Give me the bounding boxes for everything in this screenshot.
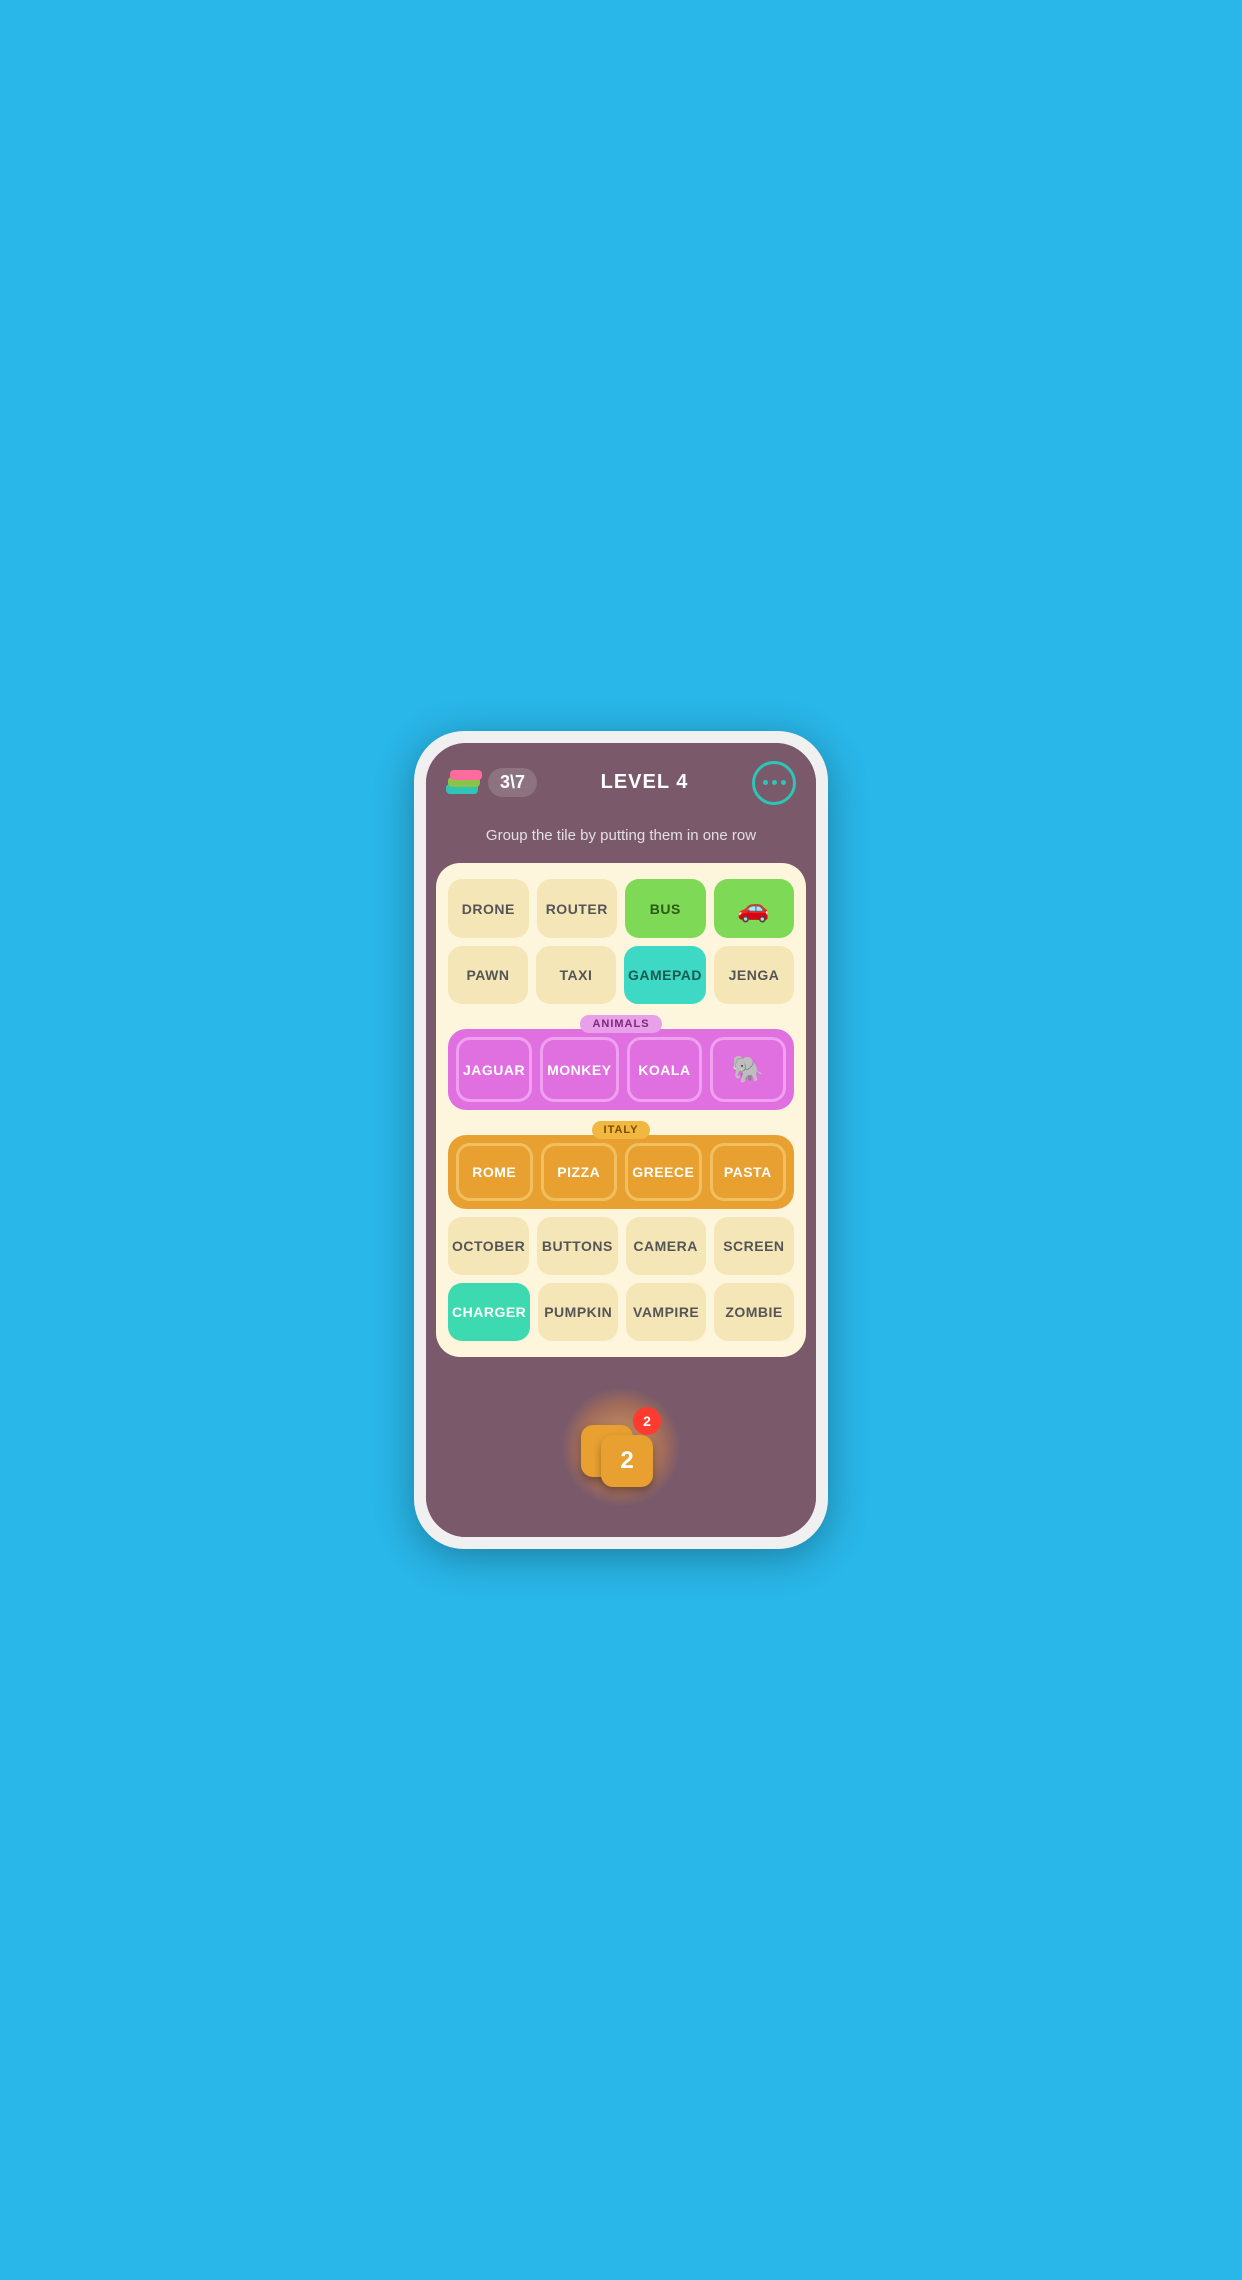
score-tiles: 1 2 2 <box>581 1407 661 1487</box>
tile-screen[interactable]: SCREEN <box>714 1217 794 1275</box>
tile-greece[interactable]: GREECE <box>625 1143 702 1201</box>
level-title: LEVEL 4 <box>601 771 689 794</box>
layer-top-icon <box>450 770 482 780</box>
tile-camera[interactable]: CAMERA <box>626 1217 706 1275</box>
score-badge-count: 2 <box>633 1407 661 1435</box>
animals-label-row: ANIMALS <box>448 1014 794 1033</box>
tile-drone[interactable]: DRONE <box>448 879 529 938</box>
tile-buttons[interactable]: BUTTONS <box>537 1217 617 1275</box>
score-tile-2: 2 <box>601 1435 653 1487</box>
italy-label-row: ITALY <box>448 1120 794 1139</box>
tile-pawn[interactable]: PAWN <box>448 946 528 1004</box>
italy-label: ITALY <box>592 1121 651 1139</box>
instructions: Group the tile by putting them in one ro… <box>426 817 816 864</box>
italy-group: ITALY ROME PIZZA GREECE PASTA <box>448 1120 794 1209</box>
score-badge: 3\7 <box>446 768 537 798</box>
menu-button[interactable] <box>752 761 796 805</box>
tile-row-2: PAWN TAXI GAMEPAD JENGA <box>448 946 794 1004</box>
animals-label: ANIMALS <box>580 1015 661 1033</box>
phone-inner: 3\7 LEVEL 4 Group the tile by putting th… <box>426 743 816 1538</box>
header: 3\7 LEVEL 4 <box>426 743 816 817</box>
tile-jaguar[interactable]: JAGUAR <box>456 1037 532 1102</box>
tile-october[interactable]: OCTOBER <box>448 1217 529 1275</box>
tile-row-6: CHARGER PUMPKIN VAMPIRE ZOMBIE <box>448 1283 794 1341</box>
tile-rome[interactable]: ROME <box>456 1143 533 1201</box>
tile-car[interactable]: 🚗 <box>714 879 795 938</box>
animals-row: JAGUAR MONKEY KOALA 🐘 <box>448 1029 794 1110</box>
tile-jenga[interactable]: JENGA <box>714 946 794 1004</box>
tile-monkey[interactable]: MONKEY <box>540 1037 618 1102</box>
tile-gamepad[interactable]: GAMEPAD <box>624 946 706 1004</box>
italy-row: ROME PIZZA GREECE PASTA <box>448 1135 794 1209</box>
car-icon: 🚗 <box>737 893 770 924</box>
bottom-area: 1 2 2 <box>426 1357 816 1537</box>
score-tile-container: 1 2 2 <box>581 1407 661 1487</box>
tile-pumpkin[interactable]: PUMPKIN <box>538 1283 618 1341</box>
tile-row-1: DRONE ROUTER BUS 🚗 <box>448 879 794 938</box>
tile-row-5: OCTOBER BUTTONS CAMERA SCREEN <box>448 1217 794 1275</box>
score-display: 3\7 <box>488 768 537 797</box>
tile-pizza[interactable]: PIZZA <box>541 1143 618 1201</box>
elephant-icon: 🐘 <box>732 1054 765 1085</box>
tile-pasta[interactable]: PASTA <box>710 1143 787 1201</box>
tile-taxi[interactable]: TAXI <box>536 946 616 1004</box>
tile-charger[interactable]: CHARGER <box>448 1283 530 1341</box>
tile-zombie[interactable]: ZOMBIE <box>714 1283 794 1341</box>
tile-router[interactable]: ROUTER <box>537 879 618 938</box>
dots-icon <box>763 780 786 785</box>
layers-icon <box>446 768 482 798</box>
tile-bus[interactable]: BUS <box>625 879 706 938</box>
tile-vampire[interactable]: VAMPIRE <box>626 1283 706 1341</box>
tile-elephant[interactable]: 🐘 <box>710 1037 786 1102</box>
tile-koala[interactable]: KOALA <box>627 1037 703 1102</box>
game-board: DRONE ROUTER BUS 🚗 PAWN TAXI GAMEPAD JEN… <box>436 863 806 1357</box>
animals-group: ANIMALS JAGUAR MONKEY KOALA 🐘 <box>448 1014 794 1110</box>
phone-shell: 3\7 LEVEL 4 Group the tile by putting th… <box>414 731 828 1550</box>
